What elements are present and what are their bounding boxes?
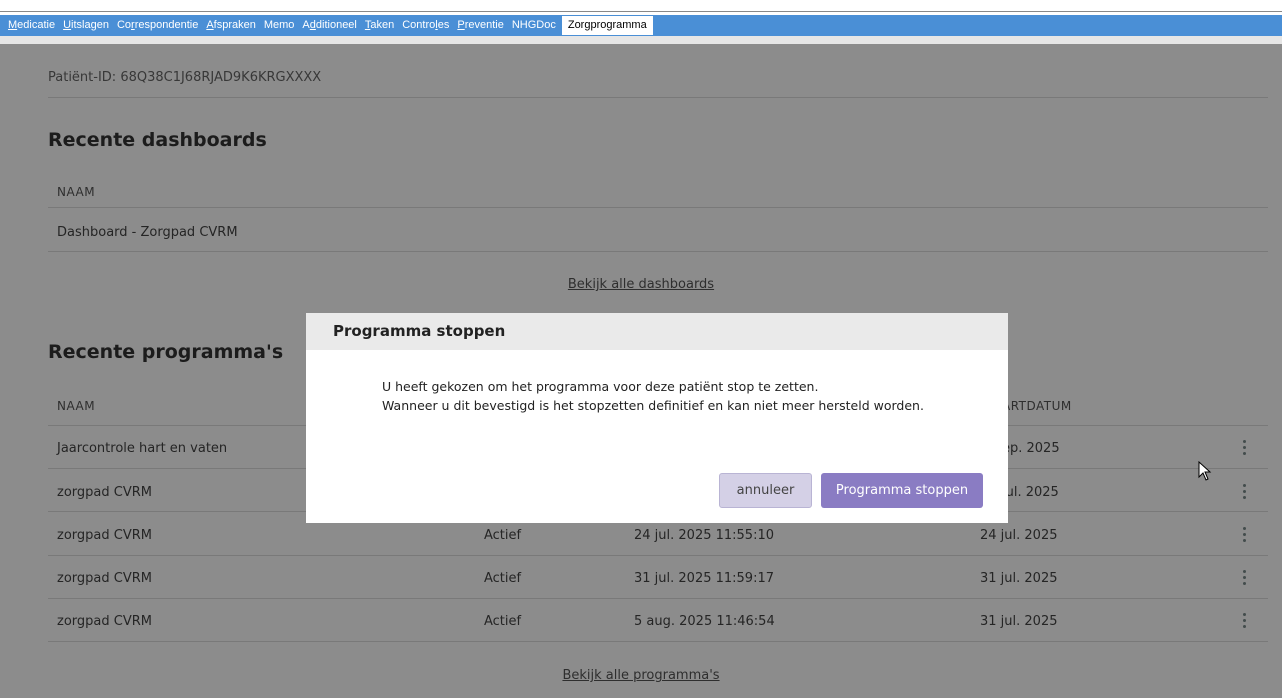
dialog-message-line: Wanneer u dit bevestigd is het stopzette… [382, 398, 924, 413]
tab-controles[interactable]: Controles [398, 15, 453, 36]
tab-taken[interactable]: Taken [361, 15, 398, 36]
dialog-title: Programma stoppen [306, 313, 1008, 350]
tab-label: fspraken [213, 19, 256, 31]
dialog-message: U heeft gekozen om het programma voor de… [382, 377, 924, 415]
tab-label: NHGDoc [511, 19, 556, 31]
stop-program-button[interactable]: Programma stoppen [821, 473, 983, 508]
tab-strip: Medicatie Uitslagen Correspondentie Afsp… [0, 15, 1282, 36]
tab-label: Contro [402, 19, 436, 31]
tab-afspraken[interactable]: Afspraken [202, 15, 260, 36]
dialog-message-line: U heeft gekozen om het programma voor de… [382, 379, 819, 394]
tab-correspondentie[interactable]: Correspondentie [113, 15, 202, 36]
top-bar: Medicatie Uitslagen Correspondentie Afsp… [0, 0, 1282, 44]
tab-label: respondentie [134, 19, 199, 31]
tab-label-accel: P [457, 19, 465, 31]
tab-memo[interactable]: Memo [260, 15, 299, 36]
tab-label: es [437, 19, 450, 31]
tab-label: itslagen [71, 19, 109, 31]
tab-label: aken [370, 19, 395, 31]
tab-label-accel: A [206, 19, 214, 31]
stop-program-dialog: Programma stoppen U heeft gekozen om het… [306, 313, 1008, 523]
tab-label: Memo [263, 19, 295, 31]
tab-medicatie[interactable]: Medicatie [4, 15, 59, 36]
tab-preventie[interactable]: Preventie [453, 15, 507, 36]
tab-nhgdoc[interactable]: NHGDoc [508, 15, 560, 36]
tab-label: reventie [464, 19, 504, 31]
tab-label: A [302, 19, 310, 31]
tab-label-accel: M [8, 19, 18, 31]
tab-zorgprogramma[interactable]: Zorgprogramma [561, 16, 653, 35]
top-divider [0, 11, 1282, 12]
tab-label: Co [116, 19, 132, 31]
tab-additioneel[interactable]: Additioneel [298, 15, 360, 36]
cancel-button[interactable]: annuleer [719, 473, 812, 508]
mouse-cursor-icon [1198, 461, 1212, 481]
tab-label: ditioneel [315, 19, 357, 31]
tab-label: edicatie [17, 19, 56, 31]
sub-bar [0, 36, 1282, 44]
tab-uitslagen[interactable]: Uitslagen [59, 15, 113, 36]
tab-label-accel: U [63, 19, 72, 31]
